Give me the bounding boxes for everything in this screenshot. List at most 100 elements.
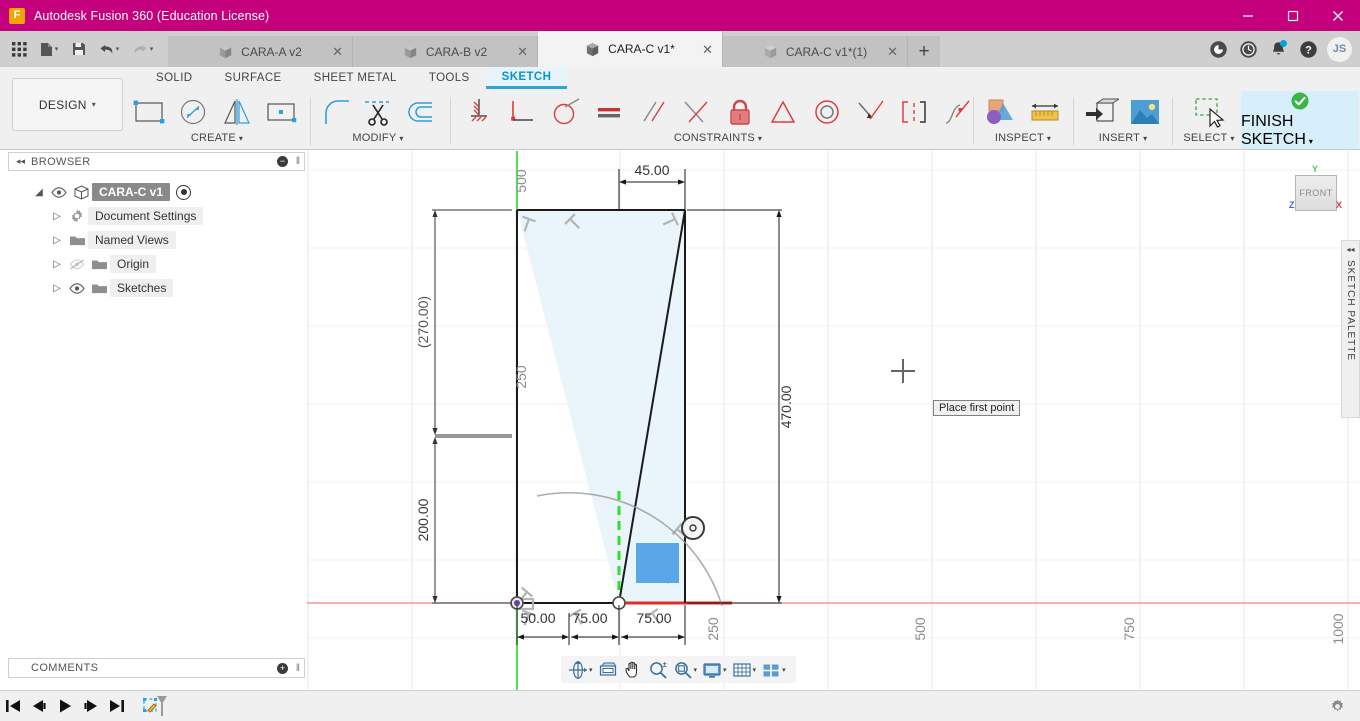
dimension-50[interactable]: 50.00 (520, 610, 555, 626)
panel-label-inspect[interactable]: INSPECT ▾ (980, 132, 1066, 144)
new-tab-button[interactable]: + (908, 36, 940, 67)
close-tab-icon[interactable]: ✕ (702, 43, 713, 56)
rectangular-pattern-icon[interactable] (260, 91, 302, 133)
ribbon-tab-sheet-metal[interactable]: SHEET METAL (298, 67, 413, 89)
close-tab-icon[interactable]: ✕ (887, 45, 898, 58)
zoom-icon[interactable]: ± (646, 658, 670, 682)
undo-icon[interactable]: ▾ (92, 34, 126, 64)
insert-image-icon[interactable] (1124, 91, 1166, 133)
visibility-eye-off-icon[interactable] (66, 258, 88, 270)
go-to-beginning-icon[interactable] (0, 691, 26, 721)
tree-item-sketches[interactable]: ▷ Sketches (30, 276, 305, 300)
close-tab-icon[interactable]: ✕ (517, 45, 528, 58)
timeline-settings-icon[interactable] (1324, 691, 1350, 721)
new-document-icon[interactable]: ▾ (32, 34, 66, 64)
tree-item-cara-c[interactable]: ◢ CARA-C v1 (30, 180, 305, 204)
orbit-icon[interactable]: ▾ (566, 658, 595, 682)
mirror-tool-icon[interactable] (216, 91, 258, 133)
comments-grip-icon[interactable]: ‖ (296, 663, 300, 674)
fillet-tool-icon[interactable] (318, 91, 357, 133)
tree-item-origin[interactable]: ▷ Origin (30, 252, 305, 276)
look-at-icon[interactable] (596, 658, 620, 682)
collinear-constraint-icon[interactable] (850, 91, 892, 133)
ribbon-tab-surface[interactable]: SURFACE (209, 67, 298, 89)
expand-arrow-icon[interactable]: ▷ (48, 211, 66, 222)
circle-tool-icon[interactable] (172, 91, 214, 133)
avatar[interactable]: JS (1327, 36, 1352, 62)
document-tab-3[interactable]: CARA-C v1*(1) ✕ (723, 36, 908, 67)
panel-label-create[interactable]: CREATE ▾ (128, 132, 306, 144)
trim-tool-icon[interactable] (359, 91, 398, 133)
measure-shapes-icon[interactable] (980, 91, 1022, 133)
midpoint-constraint-icon[interactable] (763, 91, 805, 133)
dimension-470[interactable]: 470.00 (778, 385, 794, 428)
step-forward-icon[interactable] (78, 691, 104, 721)
play-icon[interactable] (52, 691, 78, 721)
viewports-icon[interactable]: ▾ (759, 658, 788, 682)
save-icon[interactable] (66, 34, 92, 64)
sketch-canvas[interactable]: 45.00 (270.00) 200.00 470.00 50.00 75.00… (307, 151, 1360, 690)
horizontal-vertical-constraint-icon[interactable] (502, 91, 544, 133)
parallel-constraint-icon[interactable] (632, 91, 674, 133)
panel-label-select[interactable]: SELECT ▾ (1178, 132, 1240, 144)
symmetry-constraint-icon[interactable] (893, 91, 935, 133)
select-tool-icon[interactable] (1188, 91, 1230, 133)
tangent-constraint-icon[interactable] (545, 91, 587, 133)
zoom-window-icon[interactable]: ▾ (671, 658, 700, 682)
equal-constraint-icon[interactable] (589, 91, 631, 133)
panel-label-constraints[interactable]: CONSTRAINTS ▾ (458, 132, 978, 144)
perpendicular-constraint-icon[interactable] (676, 91, 718, 133)
rectangle-tool-icon[interactable] (128, 91, 170, 133)
pan-icon[interactable] (621, 658, 645, 682)
add-comment-icon[interactable]: + (277, 662, 288, 674)
visibility-eye-icon[interactable] (66, 282, 88, 294)
insert-derive-icon[interactable] (1080, 91, 1122, 133)
expand-arrow-icon[interactable]: ▷ (48, 259, 66, 270)
app-grid-icon[interactable] (6, 34, 32, 64)
minimize-button[interactable] (1225, 0, 1270, 31)
sketch-feature-icon[interactable] (138, 691, 172, 721)
job-status-icon[interactable] (1233, 34, 1263, 65)
notifications-icon[interactable] (1263, 34, 1293, 65)
redo-icon[interactable]: ▾ (126, 34, 160, 64)
maximize-button[interactable] (1270, 0, 1315, 31)
close-button[interactable] (1315, 0, 1360, 31)
document-tab-2[interactable]: CARA-C v1* ✕ (538, 31, 723, 67)
ribbon-tab-sketch[interactable]: SKETCH (485, 67, 568, 89)
browser-grip-icon[interactable]: ‖ (296, 156, 300, 167)
close-tab-icon[interactable]: ✕ (332, 45, 343, 58)
expand-arrow-icon[interactable]: ▷ (48, 283, 66, 294)
tree-item-named-views[interactable]: ▷ Named Views (30, 228, 305, 252)
offset-tool-icon[interactable] (399, 91, 438, 133)
panel-label-modify[interactable]: MODIFY ▾ (318, 132, 438, 144)
ribbon-tab-solid[interactable]: SOLID (140, 67, 209, 89)
view-cube-front-face[interactable]: FRONT (1295, 175, 1337, 211)
sketch-palette-panel[interactable]: ◂◂ SKETCH PALETTE (1341, 240, 1360, 418)
browser-minimize-icon[interactable]: − (277, 156, 288, 167)
expand-arrow-icon[interactable]: ◢ (30, 187, 48, 198)
expand-arrow-icon[interactable]: ▷ (48, 235, 66, 246)
dimension-75-b[interactable]: 75.00 (636, 610, 671, 626)
dimension-200[interactable]: 200.00 (415, 498, 431, 541)
help-icon[interactable]: ? (1293, 34, 1323, 65)
finish-sketch-button[interactable]: FINISH SKETCH ▾ (1241, 91, 1359, 149)
visibility-eye-icon[interactable] (48, 186, 70, 198)
workspace-switcher-button[interactable]: DESIGN ▾ (12, 78, 123, 131)
collapse-palette-icon[interactable]: ◂◂ (1346, 245, 1354, 254)
data-panel-icon[interactable] (1203, 34, 1233, 65)
tree-item-document-settings[interactable]: ▷ Document Settings (30, 204, 305, 228)
ribbon-tab-tools[interactable]: TOOLS (413, 67, 486, 89)
dimension-75-a[interactable]: 75.00 (572, 610, 607, 626)
activate-component-radio[interactable] (176, 184, 192, 200)
measure-icon[interactable] (1024, 91, 1066, 133)
dimension-270-reference[interactable]: (270.00) (415, 296, 431, 348)
collapse-browser-icon[interactable]: ◂◂ (16, 156, 25, 167)
fix-unfix-lock-icon[interactable] (719, 91, 761, 133)
document-tab-1[interactable]: CARA-B v2 ✕ (353, 36, 538, 67)
concentric-constraint-icon[interactable] (806, 91, 848, 133)
step-back-icon[interactable] (26, 691, 52, 721)
curvature-constraint-icon[interactable] (937, 91, 979, 133)
display-settings-icon[interactable]: ▾ (700, 658, 729, 682)
view-cube[interactable]: FRONT Y X Z (1289, 164, 1342, 214)
go-to-end-icon[interactable] (104, 691, 130, 721)
